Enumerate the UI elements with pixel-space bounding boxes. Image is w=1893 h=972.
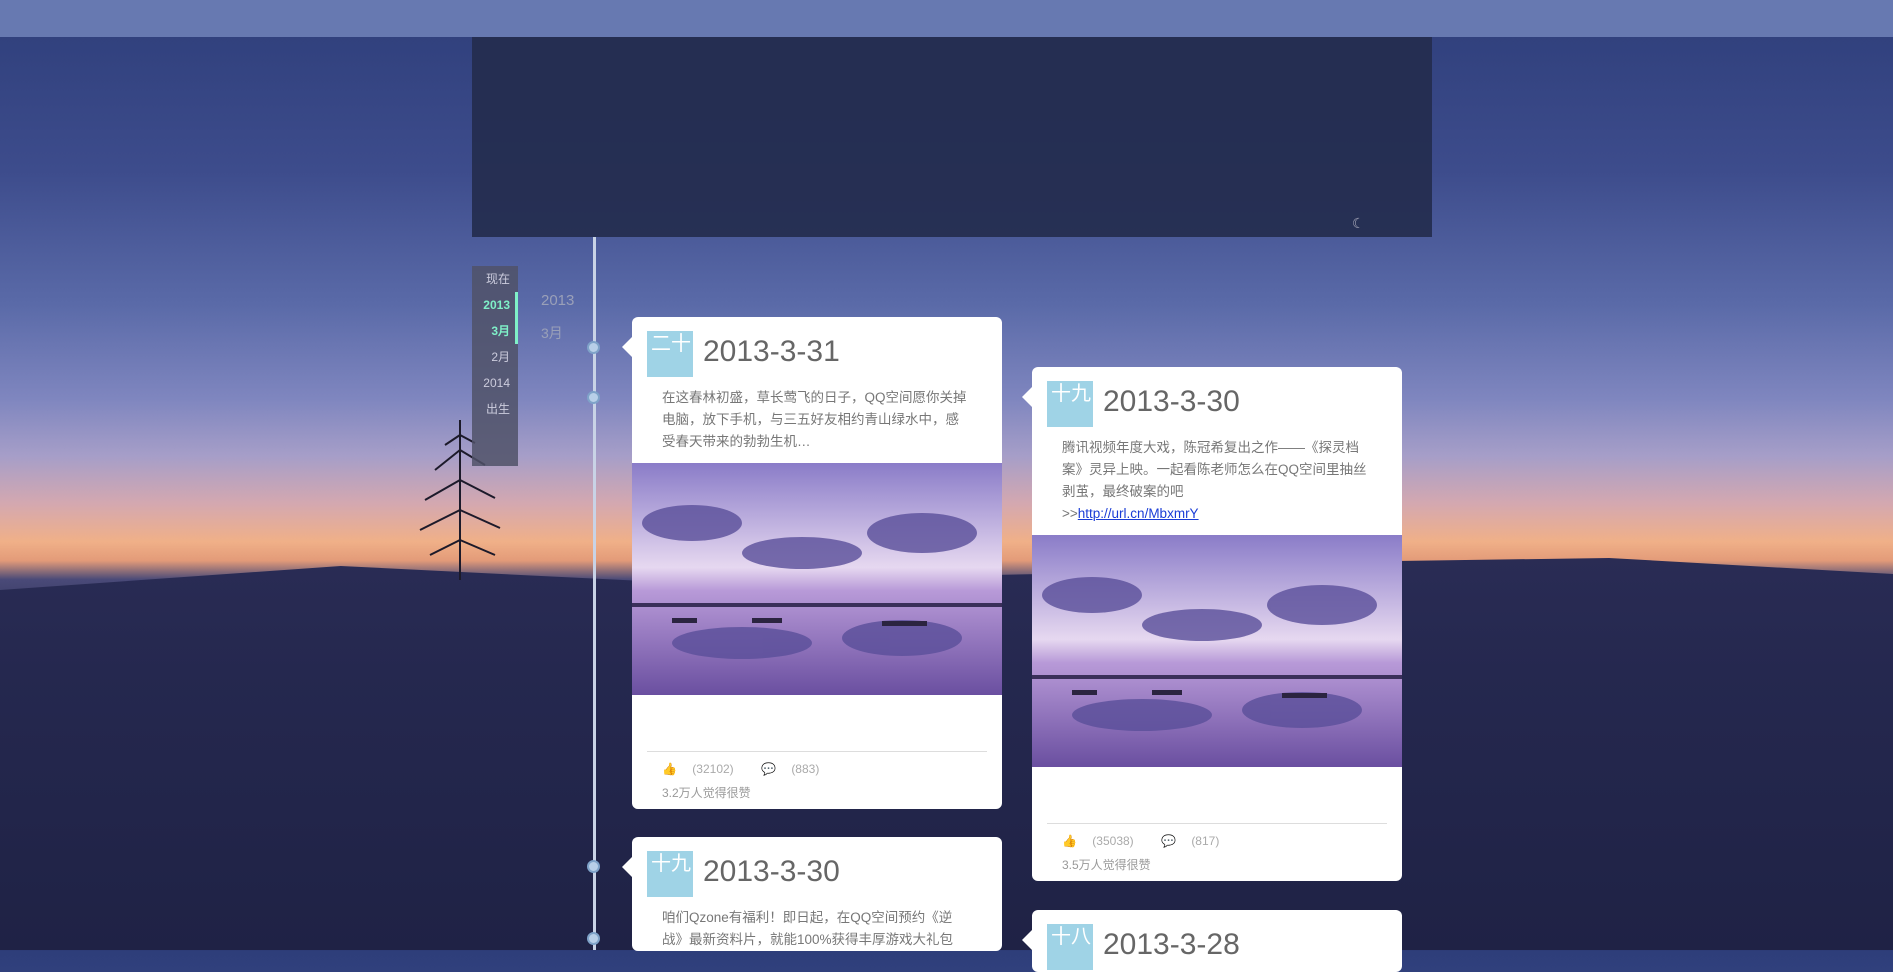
card-link[interactable]: http://url.cn/MbxmrY [1078,506,1199,521]
likes-summary: 3.5万人觉得很赞 [1062,858,1151,872]
comment-icon: 💬 [1161,834,1176,848]
timeline-card: 二十 2013-3-31 在这春林初盛，草长莺飞的日子，QQ空间愿你关掉电脑，放… [622,317,1002,809]
likes-summary: 3.2万人觉得很赞 [662,786,751,800]
comment-count: (883) [791,762,820,776]
like-count: (32102) [692,762,734,776]
day-badge: 十九 [647,851,693,897]
nav-item-march[interactable]: 3月 [472,318,518,344]
timeline-year-label: 2013 [541,292,575,309]
moon-icon: ☾ [1352,215,1365,231]
nav-item-now[interactable]: 现在 [472,266,518,292]
card-text: 腾讯视频年度大戏，陈冠希复出之作——《探灵档案》灵异上映。一起看陈老师怎么在QQ… [1062,440,1367,499]
comment-button[interactable]: 💬 (883) [761,762,831,776]
top-bar [0,0,1893,37]
card-date: 2013-3-31 [703,335,840,368]
timeline-nav: 现在 2013 3月 2月 2014 出生 [472,266,518,466]
comment-icon: 💬 [761,762,776,776]
nav-item-february[interactable]: 2月 [472,344,518,370]
nav-item-2013[interactable]: 2013 [472,292,518,318]
nav-item-2014[interactable]: 2014 [472,370,518,396]
card-photo[interactable] [632,463,1002,695]
link-prefix: >> [1062,506,1078,521]
timeline-dot [587,341,600,354]
card-date: 2013-3-30 [1103,385,1240,418]
timeline-month-label: 3月 [541,325,563,341]
like-button[interactable]: 👍 (35038) [1062,834,1146,848]
thumbs-up-icon: 👍 [662,762,677,776]
card-text: 在这春林初盛，草长莺飞的日子，QQ空间愿你关掉电脑，放下手机，与三五好友相约青山… [662,390,967,449]
nav-item-birth[interactable]: 出生 [472,396,518,422]
timeline-card: 十八 2013-3-28 [1022,910,1402,972]
profile-banner: ☾ [472,37,1432,237]
timeline-card: 十九 2013-3-30 腾讯视频年度大戏，陈冠希复出之作——《探灵档案》灵异上… [1022,367,1402,881]
day-badge: 十八 [1047,924,1093,970]
timeline-dot [587,932,600,945]
like-button[interactable]: 👍 (32102) [662,762,746,776]
card-text: 咱们Qzone有福利！即日起，在QQ空间预约《逆战》最新资料片，就能100%获得… [662,910,954,947]
timeline-card: 十九 2013-3-30 咱们Qzone有福利！即日起，在QQ空间预约《逆战》最… [622,837,1002,951]
card-photo[interactable] [1032,535,1402,767]
timeline-dot [587,860,600,873]
comment-count: (817) [1191,834,1220,848]
card-date: 2013-3-28 [1103,928,1240,961]
day-badge: 十九 [1047,381,1093,427]
like-count: (35038) [1092,834,1134,848]
comment-button[interactable]: 💬 (817) [1161,834,1231,848]
card-date: 2013-3-30 [703,855,840,888]
thumbs-up-icon: 👍 [1062,834,1077,848]
timeline-dot [587,391,600,404]
day-badge: 二十 [647,331,693,377]
